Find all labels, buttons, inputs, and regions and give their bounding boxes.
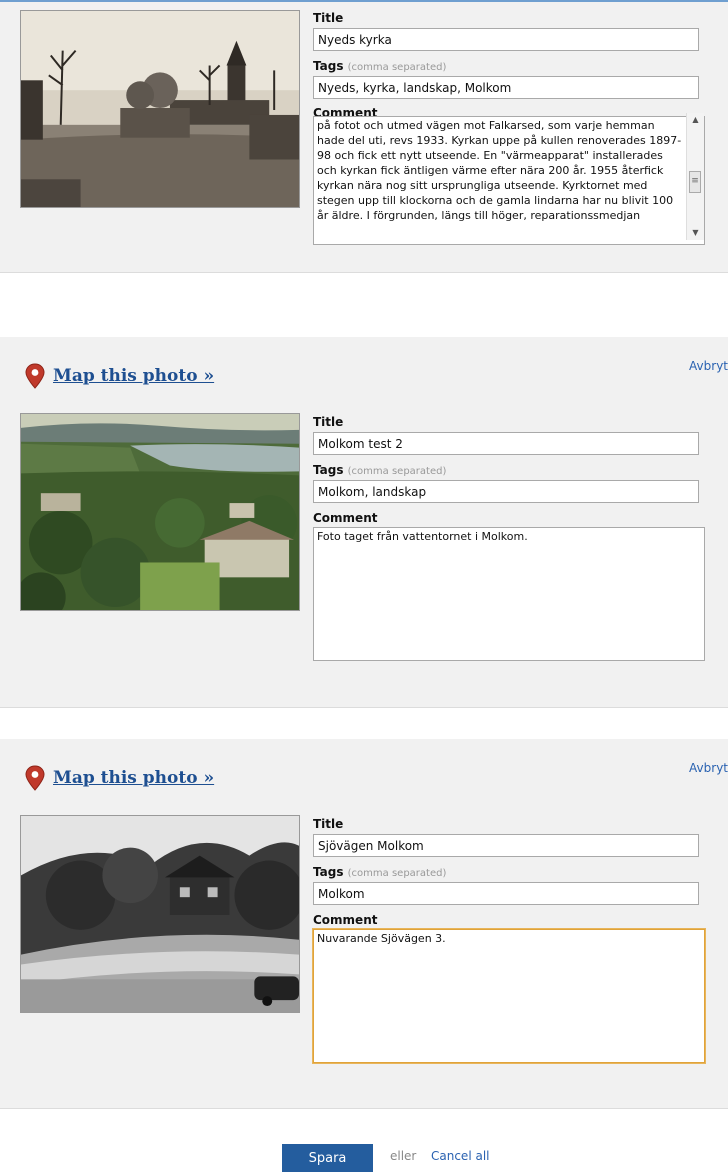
or-label: eller <box>390 1149 417 1163</box>
map-pin-icon <box>25 765 45 791</box>
tags-label-text: Tags <box>313 865 344 879</box>
map-this-photo-link[interactable]: Map this photo » <box>53 768 214 788</box>
comment-textarea[interactable]: Foto taget från vattentornet i Molkom. <box>313 527 705 661</box>
house-photo-image <box>21 816 299 1012</box>
title-label: Title <box>313 415 344 429</box>
tags-hint: (comma separated) <box>347 62 447 73</box>
cancel-link[interactable]: Avbryt <box>689 359 728 373</box>
comment-textarea[interactable]: på fotot och utmed vägen mot Falkarsed, … <box>313 116 705 245</box>
tags-label: Tags (comma separated) <box>313 462 705 479</box>
cancel-link[interactable]: Avbryt <box>689 761 728 775</box>
lake-photo-image <box>21 414 299 610</box>
tags-hint: (comma separated) <box>347 868 447 879</box>
photo-fields-1: Title Tags (comma separated) Comment på … <box>313 10 705 245</box>
scroll-thumb[interactable]: ≡ <box>689 171 701 193</box>
map-photo-row: Map this photo » <box>25 763 214 793</box>
tags-label: Tags (comma separated) <box>313 58 705 75</box>
tags-input[interactable] <box>313 480 699 503</box>
comment-field-wrapper: på fotot och utmed vägen mot Falkarsed, … <box>313 113 705 245</box>
title-input[interactable] <box>313 28 699 51</box>
photo-panel-1: Title Tags (comma separated) Comment på … <box>0 0 728 273</box>
photo-fields-3: Title Tags (comma separated) Comment Nuv… <box>312 816 706 1064</box>
tags-label-text: Tags <box>313 59 344 73</box>
comment-label: Comment <box>313 511 378 525</box>
photo-thumbnail-lake <box>20 413 300 611</box>
tags-label-text: Tags <box>313 463 344 477</box>
comment-label: Comment <box>313 913 378 927</box>
title-label: Title <box>313 817 344 831</box>
photo-panel-3: Avbryt Map this photo » Title Sjövägen M… <box>0 739 728 1109</box>
photo-fields-2: Title Tags (comma separated) Comment Fot… <box>313 414 705 661</box>
map-this-photo-link[interactable]: Map this photo » <box>53 366 214 386</box>
photo-thumbnail-house <box>20 815 300 1013</box>
tags-input[interactable] <box>313 882 699 905</box>
title-input[interactable] <box>313 432 699 455</box>
church-photo-image <box>21 11 299 207</box>
form-footer: Spara eller Cancel all <box>0 1113 728 1172</box>
save-button[interactable]: Spara <box>282 1144 373 1172</box>
tags-hint: (comma separated) <box>347 466 447 477</box>
photo-thumbnail-church <box>20 10 300 208</box>
tags-label: Tags (comma separated) <box>313 864 705 881</box>
map-photo-row: Map this photo » <box>25 361 214 391</box>
map-pin-icon <box>25 363 45 389</box>
photo-panel-2: Avbryt Map this photo » Title Molkom tes… <box>0 337 728 708</box>
tags-input[interactable] <box>313 76 699 99</box>
title-input[interactable] <box>313 834 699 857</box>
cancel-all-link[interactable]: Cancel all <box>431 1149 490 1163</box>
scroll-down-arrow-icon[interactable]: ▼ <box>687 226 704 240</box>
scroll-up-arrow-icon[interactable]: ▲ <box>687 113 704 127</box>
comment-scrollbar[interactable]: ▲ ≡ ▼ <box>686 113 704 240</box>
comment-textarea-focused[interactable]: Nuvarande Sjövägen 3. <box>312 928 706 1064</box>
title-label: Title <box>313 11 344 25</box>
